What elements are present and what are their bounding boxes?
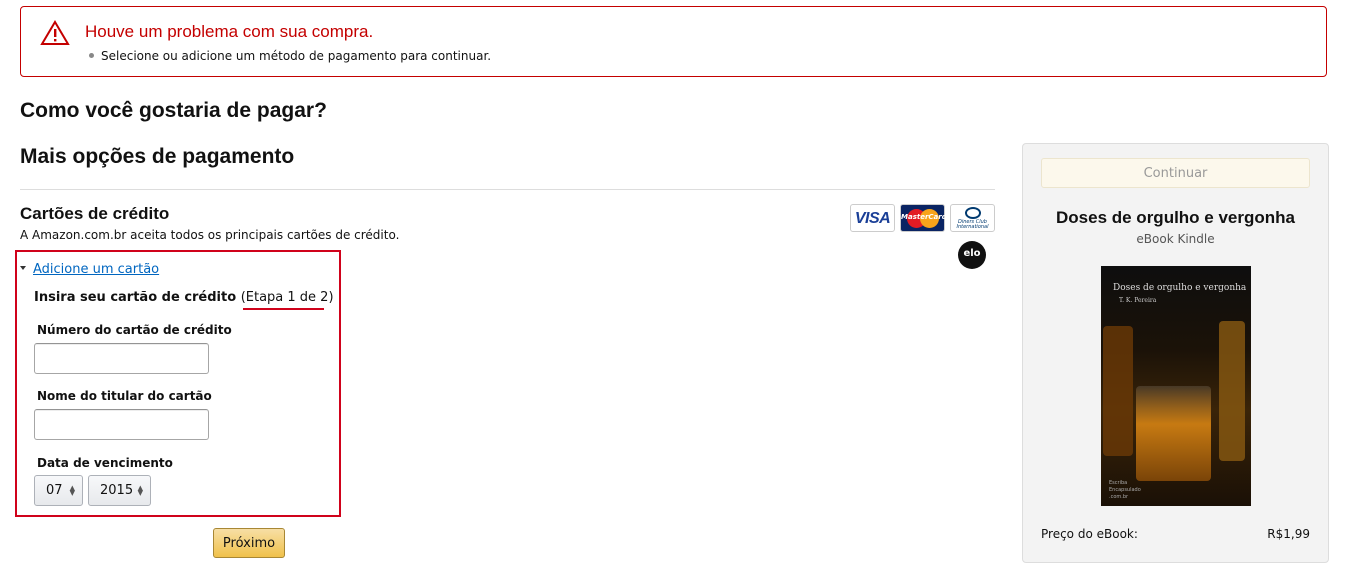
diners-logo: Diners Club International [950,204,995,232]
divider [20,189,995,190]
section-title: Mais opções de pagamento [20,145,295,168]
add-card-link[interactable]: Adicione um cartão [20,262,159,277]
holder-name-label: Nome do titular do cartão [37,389,212,403]
cover-publisher: Escriba Encapsulado .com.br [1109,480,1141,501]
card-number-input[interactable] [34,343,209,374]
page-title: Como você gostaria de pagar? [20,99,327,122]
cover-title: Doses de orgulho e vergonha [1113,283,1247,293]
cover-publisher-line: Escriba [1109,480,1128,486]
holder-name-input[interactable] [34,409,209,440]
elo-logo-text: elo [963,248,981,259]
expiry-year-select[interactable]: 2015 ▲ ▼ [88,475,151,506]
cover-glass [1136,386,1211,481]
bullet-icon [89,53,94,58]
elo-logo: elo [958,241,986,269]
price-label: Preço do eBook: [1041,527,1138,541]
price-value: R$1,99 [1267,527,1310,541]
expand-triangle-icon [20,265,26,270]
alert-message-text: Selecione ou adicione um método de pagam… [101,49,492,63]
visa-logo: VISA [850,204,895,232]
step-indicator: (Etapa 1 de 2) [240,290,334,305]
expiry-month-select[interactable]: 07 ▲ ▼ [34,475,83,506]
select-arrows-icon: ▲ ▼ [137,484,143,497]
add-card-link-text[interactable]: Adicione um cartão [33,262,159,277]
step-underline [243,308,324,310]
error-alert: Houve um problema com sua compra. Seleci… [20,6,1327,77]
book-format: eBook Kindle [1136,232,1215,246]
visa-logo-text: VISA [854,210,891,227]
card-number-label: Número do cartão de crédito [37,323,232,337]
mastercard-logo-text: MasterCard [901,213,947,221]
cover-author: T. K. Pereira [1119,297,1157,304]
cover-publisher-line: Encapsulado [1109,487,1141,493]
form-title-text: Insira seu cartão de crédito [34,290,237,305]
alert-message: Selecione ou adicione um método de pagam… [89,49,491,63]
continue-button[interactable]: Continuar [1041,158,1310,188]
book-cover: Doses de orgulho e vergonha T. K. Pereir… [1101,266,1251,506]
book-title: Doses de orgulho e vergonha [1056,208,1295,227]
next-button[interactable]: Próximo [213,528,285,558]
expiry-month-value: 07 [46,483,63,498]
cover-publisher-line: .com.br [1109,494,1129,500]
select-arrows-icon: ▲ ▼ [69,484,75,497]
mastercard-logo: MasterCard [900,204,947,232]
cover-bottle [1219,321,1245,461]
expiry-label: Data de vencimento [37,456,173,470]
credit-cards-description: A Amazon.com.br aceita todos os principa… [20,228,400,242]
expiry-year-value: 2015 [100,483,134,498]
warning-icon [40,20,70,45]
credit-cards-title: Cartões de crédito [20,204,170,223]
alert-title: Houve um problema com sua compra. [85,22,374,41]
cover-bottle [1103,326,1133,456]
diners-logo-text: Diners Club International [956,219,989,230]
form-title: Insira seu cartão de crédito (Etapa 1 de… [34,290,334,305]
